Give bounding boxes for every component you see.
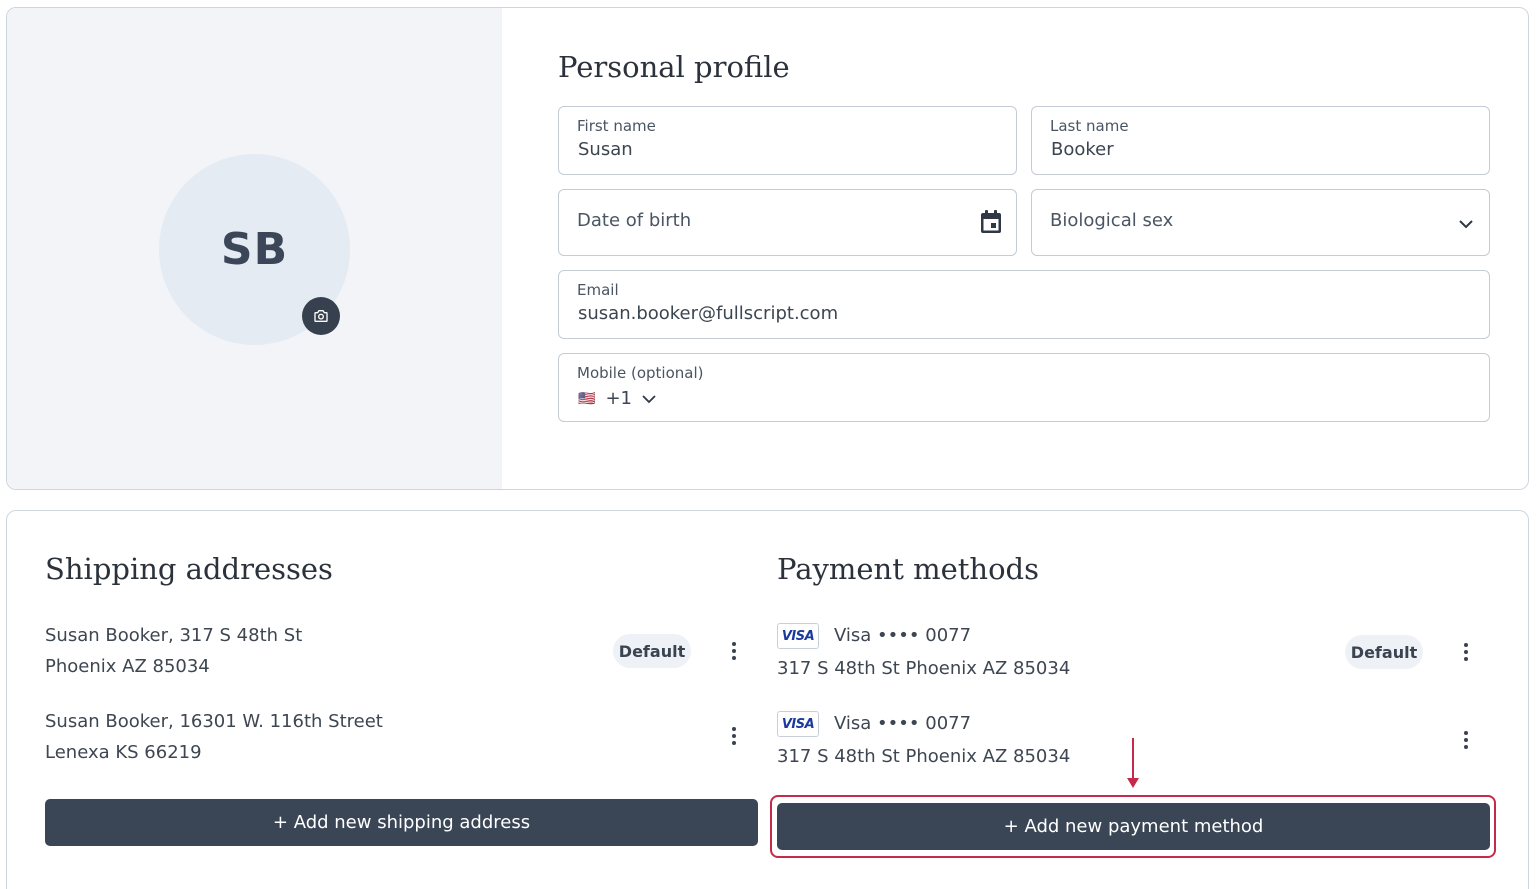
visa-icon: VISA bbox=[777, 623, 819, 649]
email-value: susan.booker@fullscript.com bbox=[578, 303, 839, 324]
address-1-more-options-icon[interactable] bbox=[724, 639, 744, 663]
biological-sex-select[interactable]: Biological sex bbox=[1031, 189, 1490, 256]
last-name-value: Booker bbox=[1051, 139, 1114, 160]
email-field[interactable]: Email susan.booker@fullscript.com bbox=[558, 270, 1490, 339]
address-2-line2: Lenexa KS 66219 bbox=[45, 742, 202, 763]
default-badge: Default bbox=[1345, 635, 1423, 669]
address-1-line1: Susan Booker, 317 S 48th St bbox=[45, 625, 303, 646]
calendar-icon[interactable] bbox=[979, 209, 1003, 239]
payment-1-more-options-icon[interactable] bbox=[1456, 640, 1476, 664]
add-shipping-address-button[interactable]: + Add new shipping address bbox=[45, 799, 758, 846]
change-photo-button[interactable] bbox=[302, 297, 340, 335]
chevron-down-icon bbox=[642, 394, 656, 403]
email-label: Email bbox=[577, 281, 619, 299]
mobile-label: Mobile (optional) bbox=[577, 364, 704, 382]
payment-2-address: 317 S 48th St Phoenix AZ 85034 bbox=[777, 746, 1071, 767]
shipping-addresses-title: Shipping addresses bbox=[45, 552, 333, 586]
biological-sex-placeholder: Biological sex bbox=[1050, 210, 1174, 231]
camera-icon bbox=[314, 310, 328, 322]
payment-2-more-options-icon[interactable] bbox=[1456, 728, 1476, 752]
date-of-birth-placeholder: Date of birth bbox=[577, 210, 692, 231]
chevron-down-icon bbox=[1459, 214, 1473, 233]
annotation-arrow-icon bbox=[1127, 738, 1139, 788]
address-2-more-options-icon[interactable] bbox=[724, 724, 744, 748]
country-code: +1 bbox=[605, 388, 632, 409]
first-name-field[interactable]: First name Susan bbox=[558, 106, 1017, 175]
country-code-select[interactable]: 🇺🇸 +1 bbox=[578, 388, 656, 409]
address-1-line2: Phoenix AZ 85034 bbox=[45, 656, 210, 677]
us-flag-icon: 🇺🇸 bbox=[578, 390, 596, 407]
page-title: Personal profile bbox=[558, 50, 790, 84]
add-payment-method-button[interactable]: + Add new payment method bbox=[777, 803, 1490, 850]
last-name-field[interactable]: Last name Booker bbox=[1031, 106, 1490, 175]
payment-2-label: Visa •••• 0077 bbox=[834, 713, 972, 734]
default-badge: Default bbox=[613, 634, 691, 668]
date-of-birth-field[interactable]: Date of birth bbox=[558, 189, 1017, 256]
first-name-label: First name bbox=[577, 117, 656, 135]
last-name-label: Last name bbox=[1050, 117, 1129, 135]
payment-1-address: 317 S 48th St Phoenix AZ 85034 bbox=[777, 658, 1071, 679]
avatar-pane: SB bbox=[7, 8, 502, 489]
visa-icon: VISA bbox=[777, 711, 819, 737]
first-name-value: Susan bbox=[578, 139, 633, 160]
address-2-line1: Susan Booker, 16301 W. 116th Street bbox=[45, 711, 383, 732]
payment-1-label: Visa •••• 0077 bbox=[834, 625, 972, 646]
payment-methods-title: Payment methods bbox=[777, 552, 1039, 586]
mobile-field[interactable]: Mobile (optional) 🇺🇸 +1 bbox=[558, 353, 1490, 422]
